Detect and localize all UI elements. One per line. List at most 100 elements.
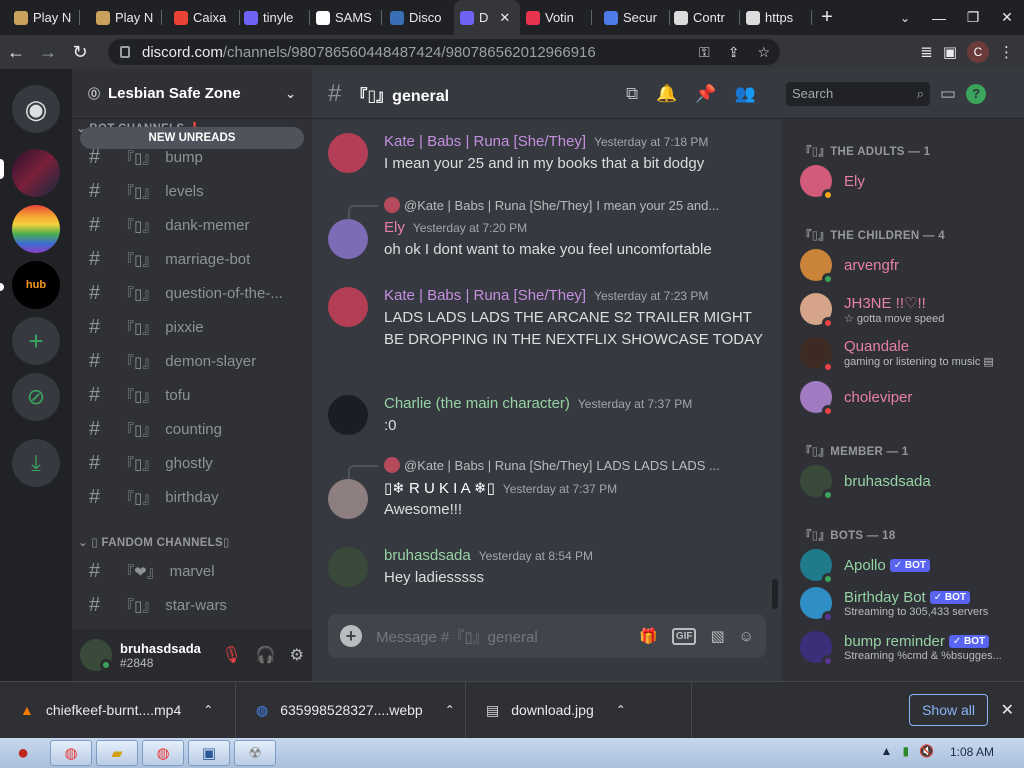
- member-item[interactable]: Birthday Bot ✓ BOT Streaming to 305,433 se…: [800, 581, 1020, 625]
- browser-tab[interactable]: Contr: [668, 0, 740, 35]
- channel-item[interactable]: # 『❤』 marvel: [80, 555, 304, 587]
- add-server-icon[interactable]: +: [12, 317, 60, 365]
- chevron-down-icon[interactable]: ⌄: [285, 86, 296, 102]
- chevron-up-icon[interactable]: ⌃: [203, 703, 213, 717]
- avatar[interactable]: [80, 639, 112, 671]
- headphones-icon[interactable]: 🎧: [256, 645, 276, 665]
- browser-tab[interactable]: Secur: [598, 0, 670, 35]
- emoji-icon[interactable]: ☺: [739, 628, 754, 645]
- browser-tab[interactable]: Play N: [8, 0, 80, 35]
- avatar[interactable]: [328, 479, 368, 519]
- browser-tab[interactable]: Votin: [520, 0, 592, 35]
- channel-item[interactable]: # 『▯』 star-wars: [80, 589, 304, 621]
- taskbar-chrome-icon[interactable]: ◍: [50, 740, 92, 766]
- taskbar-window-icon[interactable]: ▣: [188, 740, 230, 766]
- close-window-icon[interactable]: ✕: [990, 0, 1024, 35]
- network-icon[interactable]: ▮: [902, 744, 909, 758]
- channel-item[interactable]: # 『▯』 levels: [80, 175, 304, 207]
- tab-search-chevron-icon[interactable]: ⌄: [893, 0, 917, 35]
- chevron-up-icon[interactable]: ⌃: [445, 703, 455, 717]
- minimize-icon[interactable]: —: [922, 0, 956, 35]
- message-author[interactable]: Charlie (the main character): [384, 395, 570, 412]
- pin-icon[interactable]: 📌: [695, 84, 716, 104]
- avatar[interactable]: [328, 133, 368, 173]
- download-item[interactable]: ◍ 635998528327....webp ⌃: [236, 681, 466, 739]
- channel-item[interactable]: # 『▯』 ghostly: [80, 447, 304, 479]
- member-item[interactable]: Ely: [800, 159, 1020, 203]
- volume-muted-icon[interactable]: 🔇: [919, 744, 934, 758]
- channel-item[interactable]: # 『▯』 tofu: [80, 379, 304, 411]
- message-author[interactable]: ▯❄ R U K I A ❄▯: [384, 479, 495, 497]
- download-item[interactable]: ▤ download.jpg ⌃: [466, 681, 692, 739]
- download-apps-icon[interactable]: ⤓: [12, 439, 60, 487]
- browser-tab[interactable]: SAMS: [310, 0, 382, 35]
- show-all-button[interactable]: Show all: [909, 694, 988, 726]
- key-icon[interactable]: ⚿: [699, 44, 710, 61]
- member-item[interactable]: Quandale gaming or listening to music ▤: [800, 331, 1020, 375]
- reload-icon[interactable]: ↻: [64, 35, 96, 69]
- member-item[interactable]: arvengfr: [800, 243, 1020, 287]
- attach-plus-icon[interactable]: +: [340, 625, 362, 647]
- chevron-up-icon[interactable]: ⌃: [616, 703, 626, 717]
- channel-item[interactable]: # 『▯』 marriage-bot: [80, 243, 304, 275]
- bookmark-star-icon[interactable]: ☆: [757, 44, 770, 61]
- chat-scrollbar[interactable]: [772, 579, 778, 609]
- gift-icon[interactable]: 🎁: [639, 627, 658, 645]
- sticker-icon[interactable]: ▧: [710, 627, 724, 645]
- avatar[interactable]: [328, 395, 368, 435]
- member-list-icon[interactable]: 👥: [734, 84, 755, 104]
- avatar[interactable]: [328, 287, 368, 327]
- explore-compass-icon[interactable]: ⊘: [12, 373, 60, 421]
- inbox-icon[interactable]: ▭: [940, 84, 956, 104]
- lock-icon[interactable]: [120, 46, 130, 58]
- taskbar-chrome-icon[interactable]: ◍: [142, 740, 184, 766]
- browser-tab[interactable]: Disco: [384, 0, 456, 35]
- gif-icon[interactable]: GIF: [671, 627, 697, 645]
- search-icon[interactable]: ⌕: [917, 86, 924, 102]
- discord-home-icon[interactable]: ◉: [12, 85, 60, 133]
- taskbar-explorer-icon[interactable]: ▰: [96, 740, 138, 766]
- taskbar-app-icon[interactable]: ☢: [234, 740, 276, 766]
- channel-item[interactable]: # 『▯』 birthday: [80, 481, 304, 513]
- threads-icon[interactable]: ⧉: [626, 84, 638, 104]
- browser-menu-icon[interactable]: ⋮: [999, 43, 1014, 61]
- member-item[interactable]: bump reminder ✓ BOT Streaming %cmd & %bsug…: [800, 625, 1020, 669]
- media-control-icon[interactable]: ≣: [920, 43, 933, 61]
- close-downloads-icon[interactable]: ✕: [1001, 700, 1014, 720]
- category-fandom-channels[interactable]: ⌄ ▯ FANDOM CHANNELS▯: [78, 535, 230, 549]
- url-bar[interactable]: discord.com /channels/980786560448487424…: [108, 39, 780, 65]
- download-item[interactable]: ▲ chiefkeef-burnt....mp4 ⌃: [0, 681, 236, 739]
- message-author[interactable]: Ely: [384, 219, 405, 236]
- server-icon-hub[interactable]: hub: [12, 261, 60, 309]
- reply-preview[interactable]: @Kate | Babs | Runa [She/They] LADS LADS …: [348, 457, 720, 479]
- channel-item[interactable]: # 『▯』 dank-memer: [80, 209, 304, 241]
- notification-bell-icon[interactable]: 🔔: [656, 84, 677, 104]
- side-panel-icon[interactable]: ▣: [943, 43, 957, 61]
- settings-gear-icon[interactable]: ⚙: [290, 645, 304, 665]
- message-author[interactable]: Kate | Babs | Runa [She/They]: [384, 133, 586, 150]
- browser-tab[interactable]: https: [740, 0, 812, 35]
- browser-tab[interactable]: Caixa: [168, 0, 240, 35]
- channel-item[interactable]: # 『▯』 pixxie: [80, 311, 304, 343]
- message-author[interactable]: Kate | Babs | Runa [She/They]: [384, 287, 586, 304]
- profile-avatar[interactable]: C: [967, 41, 989, 63]
- share-icon[interactable]: ⇪: [728, 44, 740, 61]
- browser-tab[interactable]: Play N: [90, 0, 162, 35]
- reply-preview[interactable]: @Kate | Babs | Runa [She/They] I mean you…: [348, 197, 719, 219]
- member-item[interactable]: JH3NE !!♡!! ☆ gotta move speed: [800, 287, 1020, 331]
- channel-item[interactable]: # 『▯』 counting: [80, 413, 304, 445]
- server-icon-lesbian-safe-zone[interactable]: [12, 149, 60, 197]
- close-tab-icon[interactable]: ✕: [499, 10, 510, 26]
- restore-icon[interactable]: ❐: [956, 0, 990, 35]
- tray-expand-icon[interactable]: ▲: [881, 744, 893, 758]
- mute-mic-icon[interactable]: 🎙: [221, 645, 241, 665]
- browser-tab[interactable]: tinyle: [238, 0, 310, 35]
- server-icon-rainbow[interactable]: [12, 205, 60, 253]
- message-author[interactable]: bruhasdsada: [384, 547, 471, 564]
- channel-item[interactable]: # 『▯』 bump: [80, 141, 304, 173]
- browser-tab[interactable]: D ✕: [454, 0, 520, 35]
- new-tab-button[interactable]: +: [812, 6, 842, 29]
- message-input[interactable]: Message #『▯』general: [376, 626, 538, 647]
- help-icon[interactable]: ?: [966, 83, 987, 104]
- member-item[interactable]: bruhasdsada: [800, 459, 1020, 503]
